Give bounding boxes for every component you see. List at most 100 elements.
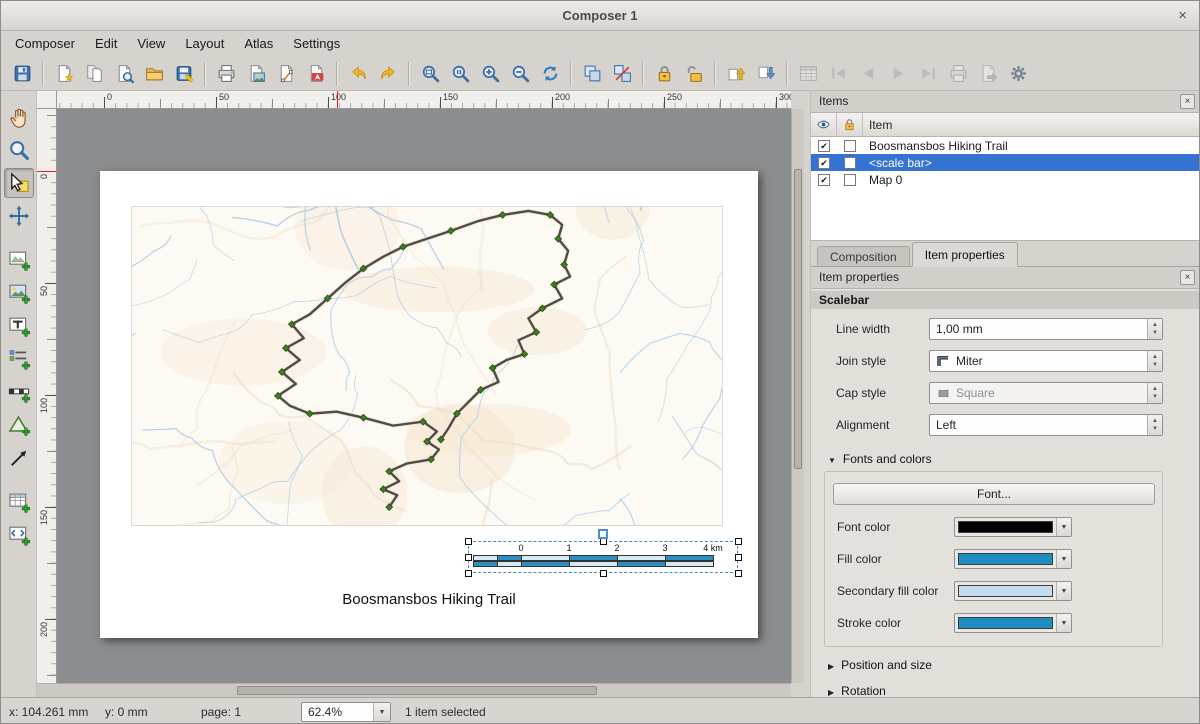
- composition-canvas[interactable]: 01234 km Boosmansbos Hiking Trail: [57, 109, 791, 683]
- window-close-button[interactable]: ×: [1178, 1, 1187, 31]
- spin-up-icon[interactable]: ▲: [1152, 385, 1158, 393]
- item-row[interactable]: ✔Map 0: [811, 171, 1200, 188]
- font-color-button[interactable]: ▼: [954, 517, 1072, 537]
- selection-handle[interactable]: [735, 554, 742, 561]
- panel-splitter[interactable]: [804, 91, 811, 697]
- horizontal-scroll-thumb[interactable]: [237, 686, 597, 695]
- ungroup-items-button[interactable]: [607, 60, 637, 88]
- tab-composition[interactable]: Composition: [817, 246, 910, 266]
- pan-button[interactable]: [4, 102, 34, 132]
- zoom-level-combobox[interactable]: 62.4% ▼: [301, 702, 391, 722]
- atlas-first-button[interactable]: [823, 60, 853, 88]
- line-width-arrows[interactable]: ▲▼: [1147, 319, 1162, 339]
- zoom-full-button[interactable]: [415, 60, 445, 88]
- save-project-button[interactable]: [7, 60, 37, 88]
- atlas-prev-button[interactable]: [853, 60, 883, 88]
- map-item[interactable]: [131, 206, 723, 526]
- item-properties-close-button[interactable]: ×: [1180, 270, 1195, 285]
- selection-handle[interactable]: [600, 538, 607, 545]
- add-new-scalebar-button[interactable]: [4, 377, 34, 407]
- label-item[interactable]: Boosmansbos Hiking Trail: [100, 591, 758, 608]
- spin-up-icon[interactable]: ▲: [1152, 353, 1158, 361]
- selection-handle[interactable]: [465, 538, 472, 545]
- paper-page[interactable]: 01234 km Boosmansbos Hiking Trail: [100, 171, 758, 638]
- spin-down-icon[interactable]: ▼: [1152, 393, 1158, 401]
- join-style-arrows[interactable]: ▲▼: [1147, 351, 1162, 371]
- spin-up-icon[interactable]: ▲: [1152, 417, 1158, 425]
- lower-items-button[interactable]: [751, 60, 781, 88]
- group-items-button[interactable]: [577, 60, 607, 88]
- font-color-dropdown-arrow-icon[interactable]: ▼: [1056, 518, 1071, 536]
- cap-style-combobox[interactable]: Square▲▼: [929, 382, 1163, 404]
- selection-handle[interactable]: [735, 538, 742, 545]
- raise-items-button[interactable]: [721, 60, 751, 88]
- menu-layout[interactable]: Layout: [175, 31, 234, 57]
- fonts-and-colors-section-header[interactable]: ▼Fonts and colors: [811, 451, 1200, 467]
- secondary-fill-color-dropdown-arrow-icon[interactable]: ▼: [1056, 582, 1071, 600]
- alignment-arrows[interactable]: ▲▼: [1147, 415, 1162, 435]
- add-new-label-button[interactable]: [4, 311, 34, 341]
- atlas-settings-button[interactable]: [1003, 60, 1033, 88]
- unlock-all-button[interactable]: [679, 60, 709, 88]
- section-header-position-and-size[interactable]: ▶Position and size: [811, 657, 1200, 673]
- export-svg-button[interactable]: [271, 60, 301, 88]
- menu-composer[interactable]: Composer: [5, 31, 85, 57]
- print-atlas-button[interactable]: [943, 60, 973, 88]
- new-composer-button[interactable]: [49, 60, 79, 88]
- titlebar[interactable]: Composer 1 ×: [1, 1, 1199, 31]
- zoom-in-button[interactable]: [475, 60, 505, 88]
- selection-handle[interactable]: [735, 570, 742, 577]
- export-pdf-button[interactable]: [301, 60, 331, 88]
- zoom-button[interactable]: [4, 135, 34, 165]
- font-button[interactable]: Font...: [833, 483, 1155, 505]
- duplicate-composer-button[interactable]: [79, 60, 109, 88]
- stroke-color-dropdown-arrow-icon[interactable]: ▼: [1056, 614, 1071, 632]
- add-arrow-button[interactable]: [4, 443, 34, 473]
- selection-handle[interactable]: [465, 554, 472, 561]
- zoom-dropdown-arrow-icon[interactable]: ▼: [373, 703, 390, 721]
- vertical-scrollbar[interactable]: [791, 109, 804, 683]
- spin-down-icon[interactable]: ▼: [1152, 329, 1158, 337]
- load-from-template-button[interactable]: [139, 60, 169, 88]
- scalebar-item[interactable]: 01234 km: [468, 541, 738, 573]
- item-row[interactable]: ✔<scale bar>: [811, 154, 1200, 171]
- add-html-frame-button[interactable]: [4, 520, 34, 550]
- lock-checkbox[interactable]: [844, 157, 856, 169]
- export-image-button[interactable]: [241, 60, 271, 88]
- selection-handle[interactable]: [465, 570, 472, 577]
- print-button[interactable]: [211, 60, 241, 88]
- lock-checkbox[interactable]: [844, 174, 856, 186]
- add-new-legend-button[interactable]: [4, 344, 34, 374]
- visibility-checkbox[interactable]: ✔: [818, 174, 830, 186]
- visibility-checkbox[interactable]: ✔: [818, 140, 830, 152]
- undo-button[interactable]: [343, 60, 373, 88]
- move-item-content-button[interactable]: [4, 201, 34, 231]
- secondary-fill-color-button[interactable]: ▼: [954, 581, 1072, 601]
- selection-handle[interactable]: [600, 570, 607, 577]
- atlas-last-button[interactable]: [913, 60, 943, 88]
- stroke-color-button[interactable]: ▼: [954, 613, 1072, 633]
- atlas-next-button[interactable]: [883, 60, 913, 88]
- line-width-spinbox[interactable]: 1,00 mm▲▼: [929, 318, 1163, 340]
- redo-button[interactable]: [373, 60, 403, 88]
- selection-center-handle[interactable]: [598, 529, 608, 539]
- add-new-map-button[interactable]: [4, 245, 34, 275]
- menu-settings[interactable]: Settings: [283, 31, 350, 57]
- zoom-out-button[interactable]: [505, 60, 535, 88]
- save-as-template-button[interactable]: [169, 60, 199, 88]
- select-move-item-button[interactable]: [4, 168, 34, 198]
- cap-style-arrows[interactable]: ▲▼: [1147, 383, 1162, 403]
- horizontal-scrollbar[interactable]: [37, 683, 791, 697]
- section-header-rotation[interactable]: ▶Rotation: [811, 683, 1200, 697]
- lock-items-button[interactable]: [649, 60, 679, 88]
- vertical-scroll-thumb[interactable]: [794, 169, 802, 469]
- lock-checkbox[interactable]: [844, 140, 856, 152]
- add-basic-shape-button[interactable]: [4, 410, 34, 440]
- export-atlas-button[interactable]: [973, 60, 1003, 88]
- spin-up-icon[interactable]: ▲: [1152, 321, 1158, 329]
- join-style-combobox[interactable]: Miter▲▼: [929, 350, 1163, 372]
- visibility-checkbox[interactable]: ✔: [818, 157, 830, 169]
- fill-color-dropdown-arrow-icon[interactable]: ▼: [1056, 550, 1071, 568]
- items-panel-close-button[interactable]: ×: [1180, 94, 1195, 109]
- fill-color-button[interactable]: ▼: [954, 549, 1072, 569]
